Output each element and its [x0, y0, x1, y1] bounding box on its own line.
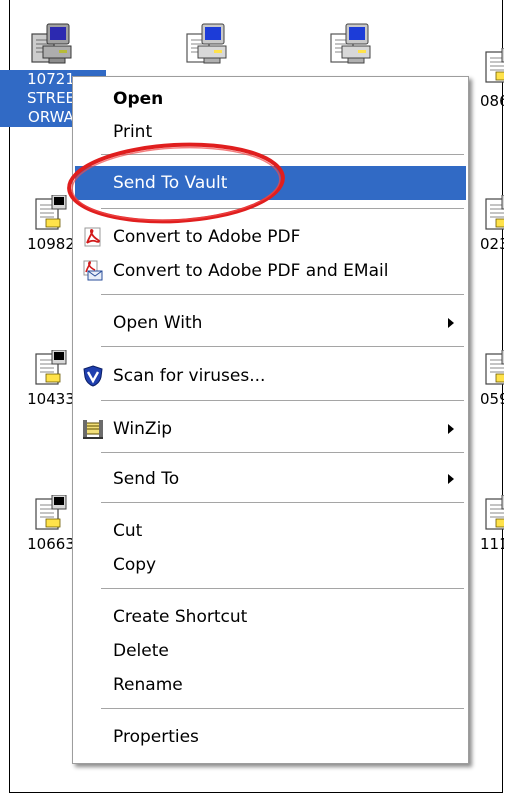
- menu-item-send-to[interactable]: Send To: [75, 462, 466, 496]
- document-icon: [484, 350, 504, 386]
- file-label-line: 086: [480, 92, 504, 110]
- menu-item-label: Rename: [113, 675, 183, 695]
- menu-item-print[interactable]: Print: [75, 115, 466, 149]
- document-icon: [34, 350, 68, 386]
- file-item[interactable]: [328, 22, 372, 70]
- file-item[interactable]: 059: [480, 350, 504, 409]
- file-item[interactable]: 111: [480, 495, 504, 554]
- computer-document-icon: [184, 22, 228, 66]
- menu-item-open[interactable]: Open: [75, 82, 466, 116]
- menu-separator: [101, 208, 464, 209]
- file-item[interactable]: 023: [480, 195, 504, 254]
- menu-item-label: Open With: [113, 313, 203, 333]
- menu-item-label: Delete: [113, 641, 169, 661]
- menu-item-copy[interactable]: Copy: [75, 548, 466, 582]
- adobe-pdf-icon: [84, 227, 101, 247]
- menu-item-cut[interactable]: Cut: [75, 514, 466, 548]
- menu-item-rename[interactable]: Rename: [75, 668, 466, 702]
- menu-item-scan-viruses[interactable]: Scan for viruses...: [75, 359, 466, 393]
- menu-item-winzip[interactable]: WinZip: [75, 412, 466, 446]
- document-icon: [34, 195, 68, 231]
- arrow-right-icon: [448, 318, 454, 328]
- winzip-vise-icon: [83, 420, 103, 439]
- document-icon: [484, 195, 504, 231]
- file-label-line: 059: [480, 390, 504, 408]
- file-label-line: 111: [480, 535, 504, 553]
- menu-separator: [101, 708, 464, 709]
- menu-separator: [101, 502, 464, 503]
- menu-item-label: Open: [113, 89, 164, 109]
- file-item[interactable]: [184, 22, 228, 70]
- menu-item-convert-pdf[interactable]: Convert to Adobe PDF: [75, 220, 466, 254]
- menu-item-label: Send To Vault: [113, 173, 228, 193]
- file-label-line: 023: [480, 235, 504, 253]
- menu-item-label: Convert to Adobe PDF: [113, 227, 301, 247]
- menu-separator: [101, 400, 464, 401]
- computer-document-icon: [328, 22, 372, 66]
- document-icon: [34, 495, 68, 531]
- arrow-right-icon: [448, 424, 454, 434]
- menu-item-properties[interactable]: Properties: [75, 720, 466, 754]
- arrow-right-icon: [448, 474, 454, 484]
- menu-separator: [101, 346, 464, 347]
- menu-item-label: WinZip: [113, 419, 173, 439]
- menu-item-send-to-vault[interactable]: Send To Vault: [75, 166, 466, 200]
- document-icon: [484, 48, 504, 84]
- menu-item-label: Create Shortcut: [113, 607, 248, 627]
- context-menu: Open Print Send To Vault Convert to Adob…: [72, 76, 469, 764]
- menu-item-label: Copy: [113, 555, 157, 575]
- menu-item-label: Print: [113, 122, 153, 142]
- menu-item-create-shortcut[interactable]: Create Shortcut: [75, 600, 466, 634]
- shield-v-icon: [83, 365, 103, 387]
- menu-item-label: Properties: [113, 727, 199, 747]
- menu-separator: [101, 452, 464, 453]
- menu-item-label: Cut: [113, 521, 143, 541]
- menu-item-label: Send To: [113, 469, 180, 489]
- menu-item-delete[interactable]: Delete: [75, 634, 466, 668]
- menu-item-label: Convert to Adobe PDF and EMail: [113, 261, 389, 281]
- computer-document-icon: [29, 22, 73, 66]
- file-item[interactable]: 086: [480, 48, 504, 111]
- menu-item-open-with[interactable]: Open With: [75, 306, 466, 340]
- menu-item-label: Scan for viruses...: [113, 366, 266, 386]
- menu-separator: [101, 294, 464, 295]
- menu-item-convert-pdf-email[interactable]: Convert to Adobe PDF and EMail: [75, 254, 466, 288]
- menu-separator: [101, 588, 464, 589]
- document-icon: [484, 495, 504, 531]
- menu-separator: [101, 154, 464, 155]
- adobe-pdf-email-icon: [83, 260, 103, 281]
